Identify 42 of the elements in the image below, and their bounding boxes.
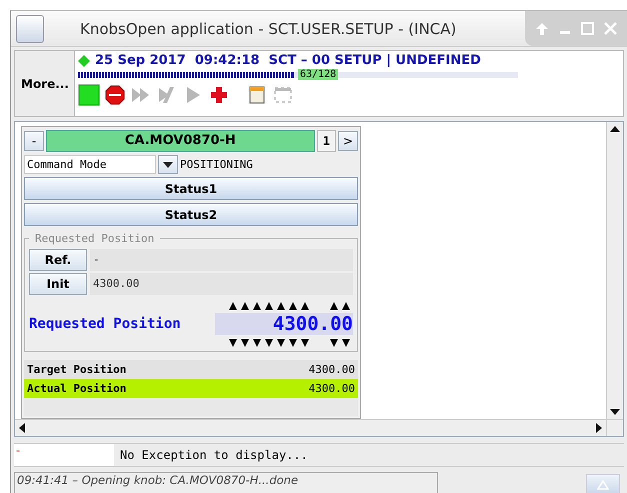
reading-label: Actual Position xyxy=(27,381,126,397)
dropdown-button[interactable] xyxy=(158,155,178,174)
decrement-button[interactable] xyxy=(341,338,350,347)
app-icon[interactable] xyxy=(16,14,44,42)
value-display: 4300.00 xyxy=(90,273,353,295)
decrement-button[interactable] xyxy=(300,338,309,347)
collapse-button[interactable]: - xyxy=(24,131,44,151)
stop-icon[interactable] xyxy=(104,84,126,106)
mode-value: POSITIONING xyxy=(180,158,253,171)
status-info: 25 Sep 2017 09:42:18 SCT – 00 SETUP | UNDEFINED xyxy=(95,53,481,68)
square-icon[interactable] xyxy=(78,84,100,106)
position-input[interactable]: 4300.00 xyxy=(215,313,353,335)
plus-icon[interactable] xyxy=(208,84,230,106)
window-title: KnobsOpen application - SCT.USER.SETUP - (INCA) xyxy=(80,20,458,38)
action-button[interactable]: Ref. xyxy=(29,249,87,271)
decrement-button[interactable] xyxy=(228,338,237,347)
status-button[interactable]: Status1 xyxy=(24,177,358,200)
triangle-icon xyxy=(597,480,609,490)
decrement-button[interactable] xyxy=(252,338,261,347)
next-button[interactable]: > xyxy=(338,131,358,151)
requested-position-label: Requested Position xyxy=(29,316,181,332)
knob-name: CA.MOV0870-H xyxy=(46,130,315,152)
decrement-button[interactable] xyxy=(264,338,273,347)
status-message: 09:41:41 – Opening knob: CA.MOV0870-H...done xyxy=(14,472,438,493)
exception-marker: - xyxy=(14,444,114,466)
reading-value: 4300.00 xyxy=(308,362,355,378)
progress-reading: 63/128 xyxy=(298,69,338,80)
value-display: - xyxy=(90,249,353,271)
more-button[interactable]: More... xyxy=(15,51,75,116)
decrement-button[interactable] xyxy=(276,338,285,347)
reading-label: Target Position xyxy=(27,362,126,378)
reading-value: 4300.00 xyxy=(308,381,355,397)
vertical-scrollbar[interactable] xyxy=(606,122,623,419)
action-button[interactable]: Init xyxy=(29,273,87,295)
group-title: Requested Position xyxy=(34,232,156,245)
status-button[interactable]: Status2 xyxy=(24,203,358,226)
decrement-button[interactable] xyxy=(240,338,249,347)
decrement-button[interactable] xyxy=(329,338,338,347)
mode-field[interactable]: Command Mode xyxy=(24,155,156,174)
exception-message: No Exception to display... xyxy=(120,448,308,462)
decrement-button[interactable] xyxy=(288,338,297,347)
knob-index: 1 xyxy=(316,130,336,152)
